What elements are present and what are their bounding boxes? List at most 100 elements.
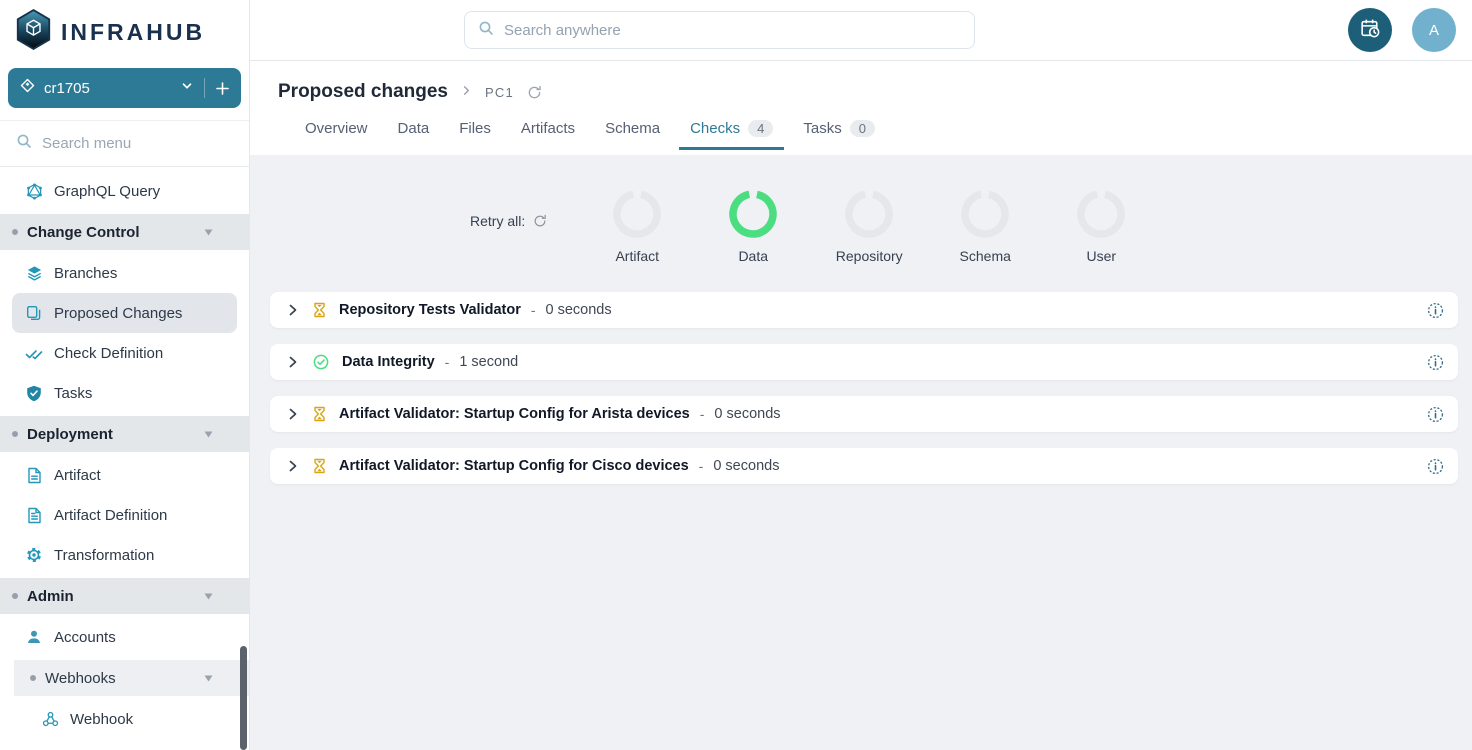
chevron-down-icon[interactable] bbox=[181, 79, 193, 97]
search-icon bbox=[16, 133, 32, 154]
tab-tasks[interactable]: Tasks0 bbox=[788, 112, 890, 150]
branch-selector[interactable]: cr1705 bbox=[8, 68, 241, 108]
group-bullet bbox=[12, 593, 18, 599]
sidebar-item-graphql-query[interactable]: GraphQL Query bbox=[12, 171, 237, 211]
sidebar-item-tasks[interactable]: Tasks bbox=[12, 373, 237, 413]
check-row-artifact-validator-startup-config-for-arista-devices[interactable]: Artifact Validator: Startup Config for A… bbox=[270, 396, 1458, 432]
sidebar-item-label: Artifact bbox=[54, 467, 101, 484]
collapse-triangle-icon[interactable] bbox=[204, 593, 213, 600]
collapse-triangle-icon[interactable] bbox=[204, 675, 213, 682]
refresh-icon[interactable] bbox=[527, 85, 542, 100]
tab-schema[interactable]: Schema bbox=[590, 112, 675, 150]
sidebar-menu: GraphQL QueryChange ControlBranchesPropo… bbox=[0, 167, 249, 750]
sidebar-item-artifact[interactable]: Artifact bbox=[12, 455, 237, 495]
retry-all: Retry all: bbox=[470, 212, 547, 230]
user-avatar[interactable]: A bbox=[1412, 8, 1456, 52]
add-branch-button[interactable] bbox=[216, 82, 229, 95]
checks-panel: Retry all: Artifact Data Repository SchemaU… bbox=[250, 155, 1472, 750]
webhook-icon bbox=[40, 711, 60, 727]
sidebar-item-proposed-changes[interactable]: Proposed Changes bbox=[12, 293, 237, 333]
artifact-definition-icon bbox=[24, 507, 44, 524]
tab-label: Overview bbox=[305, 120, 368, 137]
divider bbox=[204, 78, 205, 98]
tab-overview[interactable]: Overview bbox=[290, 112, 383, 150]
collapse-triangle-icon[interactable] bbox=[204, 431, 213, 438]
progress-ring-icon bbox=[729, 190, 777, 243]
check-definition-icon bbox=[24, 346, 44, 361]
expand-chevron-icon[interactable] bbox=[286, 459, 300, 473]
retry-all-label: Retry all: bbox=[470, 213, 525, 229]
validator-group-repository[interactable]: Repository bbox=[811, 155, 927, 264]
group-label: Webhooks bbox=[45, 670, 116, 687]
top-bar-actions: A bbox=[1348, 8, 1472, 52]
sidebar-group-admin[interactable]: Admin bbox=[0, 578, 249, 614]
breadcrumb-title[interactable]: Proposed changes bbox=[278, 81, 448, 103]
tab-label: Schema bbox=[605, 120, 660, 137]
separator: - bbox=[700, 406, 705, 422]
sidebar-group-change-control[interactable]: Change Control bbox=[0, 214, 249, 250]
expand-chevron-icon[interactable] bbox=[286, 407, 300, 421]
sidebar-item-artifact-definition[interactable]: Artifact Definition bbox=[12, 495, 237, 535]
current-branch-name: cr1705 bbox=[44, 80, 181, 97]
group-bullet bbox=[12, 229, 18, 235]
sidebar-scrollbar-thumb[interactable] bbox=[240, 646, 247, 750]
sidebar-item-label: Check Definition bbox=[54, 345, 163, 362]
group-label: Admin bbox=[27, 588, 74, 605]
validator-group-label: Repository bbox=[836, 248, 903, 264]
check-circle-icon bbox=[313, 354, 329, 370]
sidebar: INFRAHUB cr1705 GraphQL QueryChange Cont… bbox=[0, 0, 250, 750]
check-row-artifact-validator-startup-config-for-cisco-devices[interactable]: Artifact Validator: Startup Config for C… bbox=[270, 448, 1458, 484]
collapse-triangle-icon[interactable] bbox=[204, 229, 213, 236]
hourglass-icon bbox=[313, 406, 326, 422]
validator-group-user[interactable]: User bbox=[1043, 155, 1159, 264]
artifact-icon bbox=[24, 467, 44, 484]
brand-name: INFRAHUB bbox=[61, 19, 205, 46]
sidebar-item-transformation[interactable]: Transformation bbox=[12, 535, 237, 575]
check-title: Artifact Validator: Startup Config for A… bbox=[339, 406, 690, 422]
transformation-icon bbox=[24, 547, 44, 563]
tab-checks[interactable]: Checks4 bbox=[675, 112, 788, 150]
hourglass-icon bbox=[313, 458, 326, 474]
info-icon[interactable] bbox=[1427, 406, 1444, 423]
sidebar-group-webhooks[interactable]: Webhooks bbox=[14, 660, 249, 696]
check-row-repository-tests-validator[interactable]: Repository Tests Validator-0 seconds bbox=[270, 292, 1458, 328]
info-icon[interactable] bbox=[1427, 458, 1444, 475]
group-bullet bbox=[12, 431, 18, 437]
menu-search-input[interactable] bbox=[42, 135, 192, 152]
sidebar-item-webhook[interactable]: Webhook bbox=[12, 699, 237, 739]
tab-artifacts[interactable]: Artifacts bbox=[506, 112, 590, 150]
check-title: Artifact Validator: Startup Config for C… bbox=[339, 458, 689, 474]
tasks-icon bbox=[24, 385, 44, 402]
sidebar-item-branches[interactable]: Branches bbox=[12, 253, 237, 293]
global-search-input[interactable] bbox=[504, 22, 961, 39]
expand-chevron-icon[interactable] bbox=[286, 303, 300, 317]
branch-icon bbox=[20, 78, 35, 98]
sidebar-item-accounts[interactable]: Accounts bbox=[12, 617, 237, 657]
check-row-data-integrity[interactable]: Data Integrity-1 second bbox=[270, 344, 1458, 380]
avatar-initial: A bbox=[1429, 22, 1439, 39]
accounts-icon bbox=[24, 629, 44, 645]
tab-files[interactable]: Files bbox=[444, 112, 506, 150]
info-icon[interactable] bbox=[1427, 354, 1444, 371]
validators-summary: Retry all: Artifact Data Repository SchemaU… bbox=[250, 155, 1472, 264]
menu-search[interactable] bbox=[0, 121, 249, 167]
info-icon[interactable] bbox=[1427, 302, 1444, 319]
validator-group-artifact[interactable]: Artifact bbox=[579, 155, 695, 264]
time-travel-button[interactable] bbox=[1348, 8, 1392, 52]
tab-data[interactable]: Data bbox=[383, 112, 445, 150]
validator-group-schema[interactable]: Schema bbox=[927, 155, 1043, 264]
validator-group-label: Artifact bbox=[615, 248, 659, 264]
global-search[interactable] bbox=[464, 11, 975, 49]
sidebar-item-check-definition[interactable]: Check Definition bbox=[12, 333, 237, 373]
progress-ring-icon bbox=[1077, 190, 1125, 243]
sidebar-group-deployment[interactable]: Deployment bbox=[0, 416, 249, 452]
expand-chevron-icon[interactable] bbox=[286, 355, 300, 369]
progress-ring-icon bbox=[613, 190, 661, 243]
check-list: Repository Tests Validator-0 seconds Data… bbox=[270, 292, 1458, 484]
retry-all-refresh-icon[interactable] bbox=[533, 214, 547, 228]
sidebar-item-label: Tasks bbox=[54, 385, 92, 402]
calendar-clock-icon bbox=[1359, 17, 1382, 43]
tab-label: Checks bbox=[690, 120, 740, 137]
validator-group-data[interactable]: Data bbox=[695, 155, 811, 264]
app-logo[interactable]: INFRAHUB bbox=[0, 0, 249, 64]
